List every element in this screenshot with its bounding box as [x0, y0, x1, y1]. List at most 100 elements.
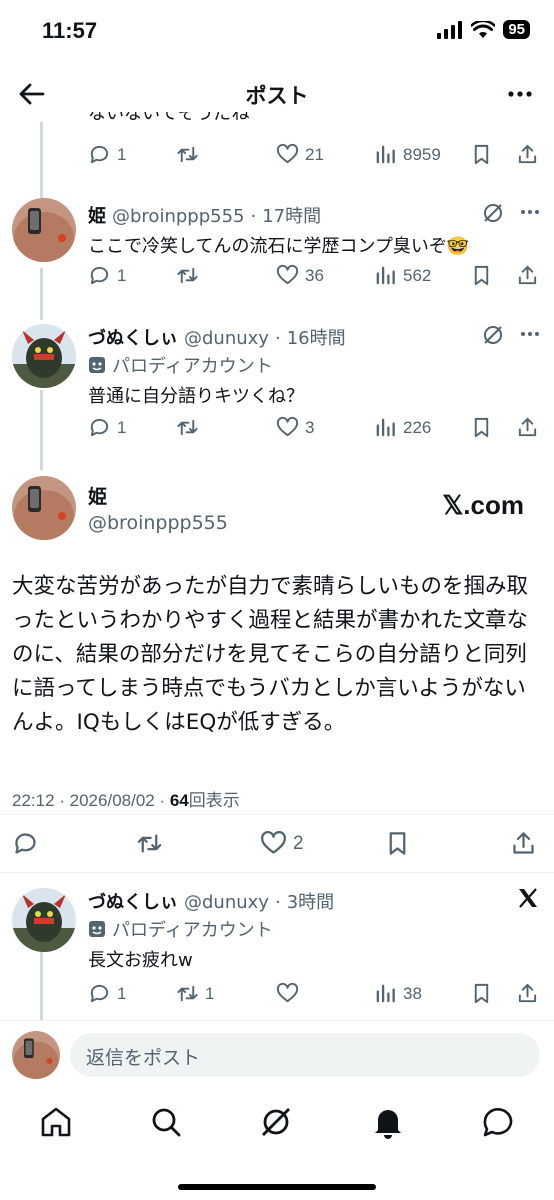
reply-action[interactable]: 1 [88, 143, 126, 166]
share-action[interactable] [516, 416, 539, 439]
share-icon [518, 983, 537, 1003]
reply-header: 姫 @broinppp555 · 17時間 [88, 202, 321, 228]
page-title: ポスト [245, 84, 309, 108]
bookmark-action[interactable] [470, 416, 493, 439]
share-action[interactable] [516, 143, 539, 166]
bookmark-icon [474, 417, 489, 438]
heart-icon [276, 416, 299, 437]
separator-dot: · [274, 328, 281, 349]
reply-action[interactable]: 1 [88, 982, 126, 1005]
more-options-icon[interactable] [506, 80, 534, 108]
tweet-actions: 1 3 226 [88, 416, 540, 446]
like-action[interactable]: 3 [276, 416, 314, 439]
repost-action[interactable] [176, 416, 205, 439]
views-count: 38 [403, 983, 422, 1003]
bookmark-action[interactable] [470, 143, 493, 166]
reply-tweet[interactable]: 姫 @broinppp555 · 17時間 ここで冷笑してんの流石に学歴コンプ臭… [0, 198, 554, 308]
user-avatar-image [12, 324, 76, 388]
reply-action[interactable]: 1 [88, 416, 126, 439]
status-time: 11:57 [42, 18, 98, 43]
reply-action[interactable]: 1 [88, 264, 126, 287]
like-action[interactable]: 36 [276, 264, 324, 287]
more-options-icon[interactable] [520, 330, 540, 338]
share-action[interactable] [516, 982, 539, 1005]
reply-count: 1 [117, 144, 127, 164]
repost-action[interactable] [176, 264, 205, 287]
reply-action[interactable] [12, 830, 39, 857]
reply-tweet[interactable]: づぬくしぃ @dunuxy · 3時間 パロディアカウント 長文お疲れw 1 1 [0, 884, 554, 1014]
grok-icon[interactable] [482, 202, 504, 224]
bottom-tab-bar [0, 1090, 554, 1160]
post-timestamp[interactable]: 22:12 · 2026/08/02 · [12, 791, 170, 810]
like-action[interactable]: 2 [260, 830, 304, 857]
parody-mask-icon [89, 357, 105, 373]
views-count: 226 [403, 417, 432, 437]
home-indicator[interactable] [178, 1184, 376, 1190]
reply-count: 1 [117, 265, 127, 285]
avatar[interactable] [12, 476, 76, 540]
bookmark-action[interactable] [384, 830, 411, 857]
views-action[interactable]: 38 [374, 982, 422, 1005]
display-name[interactable]: づぬくしぃ [88, 324, 178, 350]
reply-icon [15, 833, 36, 854]
username[interactable]: @broinppp555 [88, 512, 228, 534]
like-action[interactable] [276, 982, 305, 1005]
parody-text: パロディアカウント [112, 920, 273, 941]
timestamp: 17時間 [262, 206, 322, 227]
views-action[interactable]: 8959 [374, 143, 441, 166]
avatar[interactable] [12, 198, 76, 262]
views-label: 回表示 [188, 791, 240, 810]
display-name[interactable]: づぬくしぃ [88, 888, 178, 914]
views-count: 562 [403, 265, 432, 285]
display-name[interactable]: 姫 [88, 202, 106, 228]
grok-icon[interactable] [482, 324, 504, 346]
views-icon [376, 418, 395, 437]
messages-icon[interactable] [480, 1104, 516, 1140]
views-icon [376, 266, 395, 285]
thread-line [40, 122, 43, 198]
more-options-icon[interactable] [520, 208, 540, 216]
views-action[interactable]: 562 [374, 264, 431, 287]
parody-text: パロディアカウント [112, 356, 273, 377]
views-action[interactable]: 226 [374, 416, 431, 439]
views-count: 8959 [403, 144, 441, 164]
username[interactable]: @dunuxy [184, 328, 269, 349]
reply-text: 普通に自分語りキツくね？ [88, 386, 304, 407]
reply-tweet[interactable]: づぬくしぃ @dunuxy · 16時間 パロディアカウント 普通に自分語りキツ… [0, 320, 554, 460]
repost-action[interactable] [136, 830, 163, 857]
repost-icon [177, 267, 198, 284]
repost-icon [177, 146, 198, 163]
share-icon [513, 832, 534, 854]
notifications-bell-icon[interactable] [370, 1104, 406, 1140]
repost-icon [137, 834, 162, 853]
share-action[interactable] [510, 830, 537, 857]
bookmark-action[interactable] [470, 982, 493, 1005]
repost-action[interactable]: 1 [176, 982, 214, 1005]
avatar[interactable] [12, 888, 76, 952]
like-action[interactable]: 21 [276, 143, 324, 166]
bookmark-action[interactable] [470, 264, 493, 287]
separator-dot: · [250, 206, 257, 227]
my-avatar[interactable] [12, 1031, 60, 1079]
timestamp: 3時間 [286, 892, 335, 913]
search-icon[interactable] [148, 1104, 184, 1140]
reply-text: 長文お疲れw [88, 950, 193, 971]
user-avatar-image [12, 888, 76, 952]
display-name[interactable]: 姫 [88, 482, 107, 509]
like-count: 2 [293, 832, 304, 854]
reply-input[interactable]: 返信をポスト [70, 1033, 540, 1077]
reply-icon [90, 418, 109, 437]
bookmark-icon [474, 265, 489, 286]
repost-action[interactable] [176, 143, 205, 166]
share-action[interactable] [516, 264, 539, 287]
username[interactable]: @dunuxy [184, 892, 269, 913]
reply-header: づぬくしぃ @dunuxy · 3時間 [88, 888, 334, 914]
tweet-actions: 1 21 8959 [88, 143, 540, 173]
reply-icon [90, 984, 109, 1003]
username[interactable]: @broinppp555 [112, 206, 245, 227]
home-icon[interactable] [38, 1104, 74, 1140]
heart-icon [276, 264, 299, 285]
avatar[interactable] [12, 324, 76, 388]
grok-icon[interactable] [258, 1104, 294, 1140]
separator-dot: · [274, 892, 281, 913]
